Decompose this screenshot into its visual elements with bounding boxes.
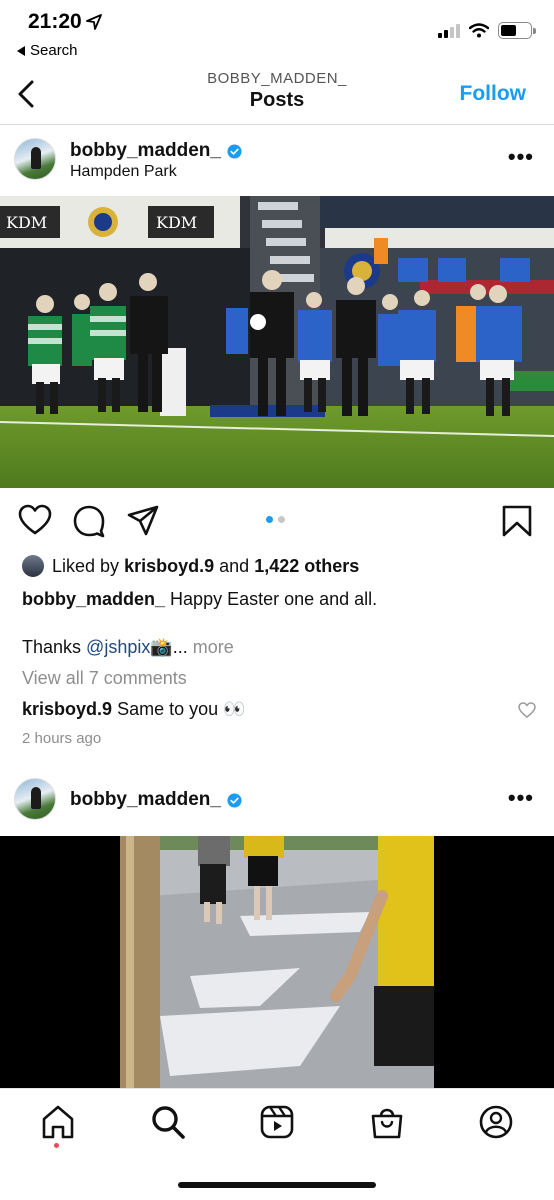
- avatar[interactable]: [14, 138, 56, 180]
- caption-username[interactable]: bobby_madden_: [22, 589, 165, 609]
- signal-icon: [438, 23, 460, 38]
- search-icon[interactable]: [150, 1104, 186, 1140]
- post-author[interactable]: bobby_madden_: [70, 140, 242, 162]
- status-time: 21:20: [28, 10, 102, 34]
- save-bookmark-icon[interactable]: [500, 504, 534, 538]
- post-timestamp: 2 hours ago: [22, 730, 102, 747]
- battery-icon: [498, 22, 536, 39]
- comment-like-heart-icon[interactable]: [518, 701, 536, 719]
- more-options-icon[interactable]: •••: [508, 785, 534, 811]
- caption-line2: Thanks @jshpix📸... more: [22, 637, 234, 657]
- status-indicators: [438, 22, 536, 39]
- home-icon[interactable]: [40, 1104, 76, 1140]
- post-photo[interactable]: KDM KDM: [0, 196, 554, 488]
- reels-icon[interactable]: [259, 1104, 295, 1140]
- carousel-dot-active: [266, 516, 273, 523]
- follow-button[interactable]: Follow: [460, 82, 527, 106]
- caption-more-link[interactable]: more: [193, 637, 234, 657]
- tunnel-walk-video-frame: [0, 836, 554, 1088]
- home-indicator: [178, 1182, 376, 1188]
- location-arrow-icon: [85, 14, 102, 30]
- caption-mention[interactable]: @jshpix: [86, 637, 150, 657]
- verified-badge-icon: [227, 143, 242, 159]
- more-options-icon[interactable]: •••: [508, 144, 534, 170]
- shop-icon[interactable]: [369, 1104, 405, 1140]
- avatar[interactable]: [14, 778, 56, 820]
- back-triangle-icon: [17, 45, 25, 56]
- home-notification-dot: [54, 1143, 59, 1148]
- like-heart-icon[interactable]: [18, 503, 52, 537]
- comment-bubble-icon[interactable]: [72, 504, 106, 538]
- comment-text: Same to you 👀: [117, 699, 246, 719]
- header-divider: [0, 124, 554, 125]
- profile-icon[interactable]: [478, 1104, 514, 1140]
- share-send-icon[interactable]: [126, 504, 160, 538]
- svg-text:KDM: KDM: [156, 213, 197, 232]
- carousel-dot: [278, 516, 285, 523]
- svg-text:KDM: KDM: [6, 213, 47, 232]
- comment-username[interactable]: krisboyd.9: [22, 699, 112, 719]
- football-teams-walkout-image: KDM KDM: [0, 196, 554, 488]
- liker-avatar: [22, 555, 44, 577]
- caption-line1: bobby_madden_ Happy Easter one and all.: [22, 589, 377, 610]
- likes-count[interactable]: 1,422 others: [254, 556, 359, 576]
- carousel-indicator: [266, 516, 285, 523]
- wifi-icon: [469, 23, 489, 38]
- post2-author[interactable]: bobby_madden_: [70, 789, 242, 811]
- comment: krisboyd.9 Same to you 👀: [22, 699, 246, 720]
- view-all-comments-link[interactable]: View all 7 comments: [22, 668, 187, 689]
- liker-username[interactable]: krisboyd.9: [124, 556, 214, 576]
- back-to-search[interactable]: Search: [16, 42, 78, 59]
- post-username[interactable]: bobby_madden_: [70, 140, 221, 162]
- post-location[interactable]: Hampden Park: [70, 163, 177, 181]
- likes-summary[interactable]: Liked by krisboyd.9 and 1,422 others: [22, 555, 359, 577]
- post2-username[interactable]: bobby_madden_: [70, 789, 221, 811]
- post2-video[interactable]: [0, 836, 554, 1088]
- caption-text: Happy Easter one and all.: [170, 589, 378, 609]
- verified-badge-icon: [227, 792, 242, 808]
